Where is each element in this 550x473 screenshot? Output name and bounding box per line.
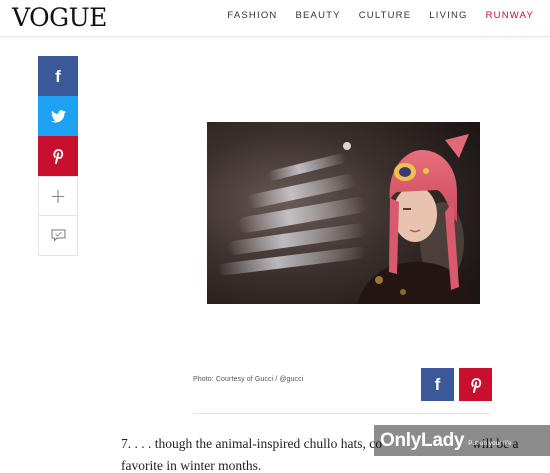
facebook-share-button[interactable]: f bbox=[38, 56, 78, 96]
photo-caption: Photo: Courtesy of Gucci / @gucci bbox=[193, 376, 304, 383]
caption-divider bbox=[193, 413, 490, 414]
caption-facebook-button[interactable]: f bbox=[421, 368, 454, 401]
facebook-icon: f bbox=[434, 375, 441, 394]
more-share-button[interactable]: + bbox=[38, 176, 78, 216]
photo-image bbox=[207, 122, 480, 304]
comment-button[interactable] bbox=[38, 216, 78, 256]
twitter-icon bbox=[50, 109, 66, 122]
nav-item-living[interactable]: LIVING bbox=[429, 10, 467, 22]
vogue-logo[interactable]: VOGUE bbox=[12, 3, 107, 33]
nav-item-fashion[interactable]: FASHION bbox=[227, 10, 277, 22]
share-rail: f + bbox=[38, 56, 78, 256]
site-header: VOGUE FASHION BEAUTY CULTURE LIVING RUNW… bbox=[0, 0, 550, 37]
article-text-line-2: favorite in winter months. bbox=[121, 458, 262, 473]
pinterest-icon bbox=[53, 149, 64, 164]
caption-pinterest-button[interactable] bbox=[459, 368, 492, 401]
onlylady-watermark: OnlyLady Put on your life bbox=[374, 425, 550, 456]
watermark-logo: OnlyLady bbox=[380, 429, 465, 451]
pinterest-icon bbox=[470, 377, 481, 393]
twitter-share-button[interactable] bbox=[38, 96, 78, 136]
nav-item-runway[interactable]: RUNWAY bbox=[486, 10, 534, 22]
nav-item-culture[interactable]: CULTURE bbox=[359, 10, 412, 22]
comment-icon bbox=[51, 229, 65, 242]
caption-share-buttons: f bbox=[421, 368, 492, 401]
page: VOGUE FASHION BEAUTY CULTURE LIVING RUNW… bbox=[0, 0, 550, 473]
article-text-line-1: 7. . . . though the animal-inspired chul… bbox=[121, 436, 382, 451]
plus-icon: + bbox=[49, 184, 67, 208]
facebook-icon: f bbox=[55, 66, 61, 86]
pinterest-share-button[interactable] bbox=[38, 136, 78, 176]
nav-item-beauty[interactable]: BEAUTY bbox=[295, 10, 340, 22]
article-photo bbox=[207, 122, 480, 304]
watermark-tagline: Put on your life bbox=[468, 440, 512, 447]
main-nav: FASHION BEAUTY CULTURE LIVING RUNWAY bbox=[209, 10, 534, 22]
